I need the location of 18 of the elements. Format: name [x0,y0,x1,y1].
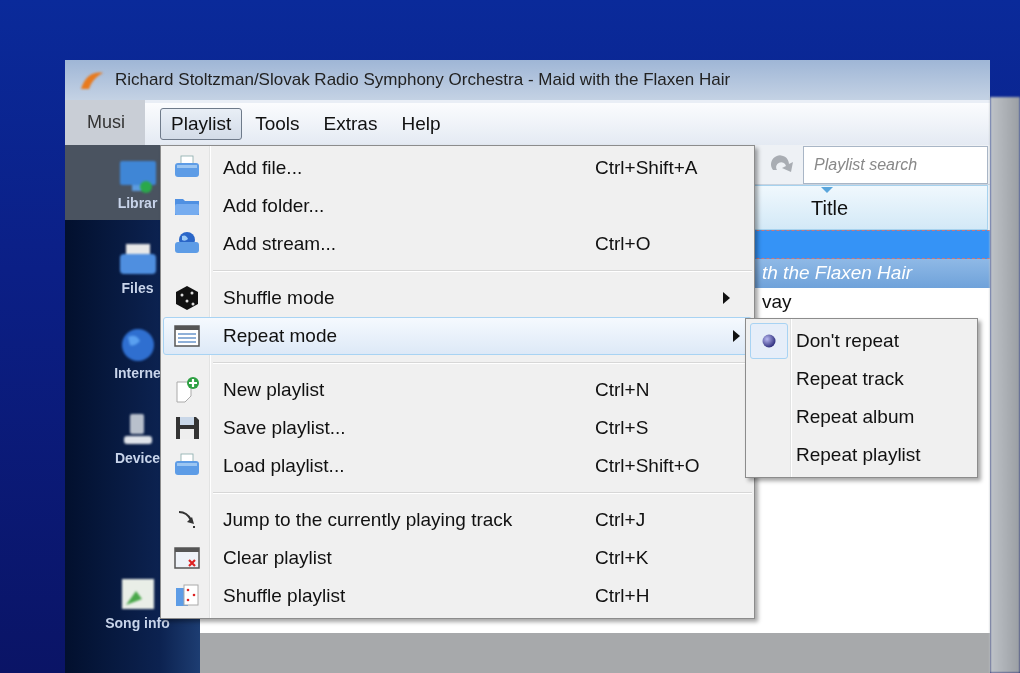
submenu-arrow-icon [722,292,730,304]
menu-item[interactable]: Help [390,107,452,141]
clear-window-icon [173,544,201,572]
menu-item[interactable]: Repeat mode [163,317,752,355]
menu-item[interactable]: Jump to the currently playing track Ctrl+J [163,501,742,539]
menu-item[interactable]: Playlist [160,107,243,141]
menu-item[interactable]: Repeat album [748,398,975,436]
submenu-arrow-icon [732,330,740,342]
window-title: Richard Stoltzman/Slovak Radio Symphony Orchestra - Maid with the Flaxen Hair [115,69,731,92]
menu-item[interactable]: Repeat track [748,360,975,398]
menu-item[interactable]: Repeat playlist [748,436,975,474]
new-document-icon [173,376,201,404]
dice-icon [173,284,201,312]
menu-item[interactable]: Tools [244,107,311,141]
sort-arrow-icon [821,187,833,193]
list-window-icon [173,322,201,350]
menu-item[interactable]: Extras [312,107,389,141]
search-field[interactable]: Playlist search [803,145,988,184]
